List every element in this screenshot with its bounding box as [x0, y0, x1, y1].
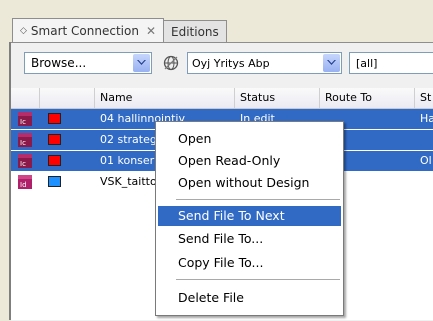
publication-dropdown-value: Oyj Yritys Abp — [192, 56, 270, 70]
incopy-document-icon: Ic — [18, 133, 32, 147]
column-header-state[interactable] — [40, 88, 95, 108]
color-label-swatch — [48, 176, 61, 187]
network-icon[interactable] — [160, 52, 182, 74]
browse-dropdown[interactable]: Browse... — [24, 52, 152, 74]
color-label-swatch — [48, 113, 61, 124]
panel-tabs: ◇ Smart Connection ✕ Editions — [12, 18, 227, 42]
incopy-document-icon: Ic — [18, 154, 32, 168]
column-header-name[interactable]: Name — [95, 88, 235, 108]
publication-dropdown[interactable]: Oyj Yritys Abp — [187, 52, 342, 74]
menu-item-open-read-only[interactable]: Open Read-Only — [158, 151, 341, 171]
tab-label: Smart Connection — [30, 23, 139, 38]
indesign-document-icon: Id — [18, 175, 32, 189]
menu-separator — [176, 279, 340, 280]
tab-editions[interactable]: Editions — [163, 20, 227, 42]
incopy-document-icon: Ic — [18, 112, 32, 126]
panel-menu-icon[interactable]: ◇ — [20, 26, 27, 36]
file-extra: Ol — [420, 154, 432, 167]
tab-smart-connection[interactable]: ◇ Smart Connection ✕ — [12, 18, 164, 42]
column-header-type[interactable] — [11, 88, 40, 108]
chevron-down-icon[interactable] — [133, 54, 150, 72]
column-header-status[interactable]: Status — [235, 88, 320, 108]
file-extra: Ha — [420, 112, 433, 125]
tab-label: Editions — [171, 24, 219, 39]
close-icon[interactable]: ✕ — [146, 24, 156, 38]
svg-text:Ic: Ic — [20, 118, 26, 126]
svg-text:Id: Id — [20, 181, 27, 189]
menu-item-copy-file-to[interactable]: Copy File To... — [158, 253, 341, 273]
menu-item-delete-file[interactable]: Delete File — [158, 288, 341, 308]
browse-dropdown-value: Browse... — [31, 56, 87, 70]
column-header-route-to[interactable]: Route To — [320, 88, 415, 108]
column-header-extra[interactable]: St — [415, 88, 433, 108]
context-menu: Open Open Read-Only Open without Design … — [155, 121, 344, 316]
table-header: Name Status Route To St — [11, 88, 433, 109]
menu-item-open[interactable]: Open — [158, 129, 341, 149]
menu-item-send-file-to[interactable]: Send File To... — [158, 229, 341, 249]
color-label-swatch — [48, 134, 61, 145]
svg-text:Ic: Ic — [20, 139, 26, 147]
menu-separator — [176, 199, 340, 200]
filter-dropdown[interactable]: [all] — [349, 52, 433, 74]
svg-text:Ic: Ic — [20, 160, 26, 168]
menu-item-open-without-design[interactable]: Open without Design — [158, 173, 341, 193]
color-label-swatch — [48, 155, 61, 166]
filter-dropdown-value: [all] — [356, 56, 378, 70]
chevron-down-icon[interactable] — [323, 54, 340, 72]
menu-item-send-file-to-next[interactable]: Send File To Next — [158, 206, 341, 226]
